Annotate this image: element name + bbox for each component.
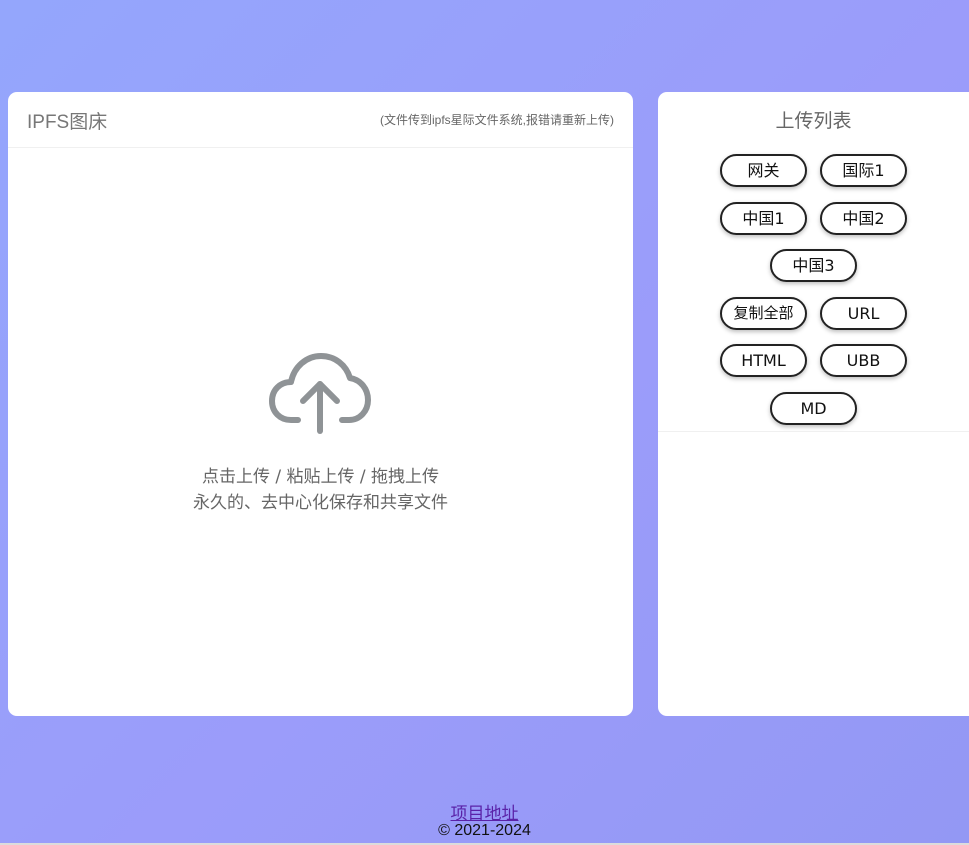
- upload-panel-header: IPFS图床 (文件传到ipfs星际文件系统,报错请重新上传): [8, 92, 633, 148]
- cloud-upload-icon: [269, 353, 371, 434]
- china-3-button[interactable]: 中国3: [770, 249, 857, 282]
- md-format-button[interactable]: MD: [770, 392, 857, 425]
- upload-panel-note: (文件传到ipfs星际文件系统,报错请重新上传): [379, 113, 614, 127]
- upload-dropzone[interactable]: 点击上传 / 粘贴上传 / 拖拽上传 永久的、去中心化保存和共享文件: [8, 148, 633, 716]
- ubb-format-button[interactable]: UBB: [820, 344, 907, 377]
- copyright-text: © 2021-2024: [438, 822, 531, 839]
- upload-panel-title: IPFS图床: [27, 112, 108, 133]
- upload-list-title: 上传列表: [775, 110, 852, 132]
- upload-list-divider: [658, 431, 969, 432]
- gateway-button[interactable]: 网关: [720, 154, 807, 187]
- intl-1-button[interactable]: 国际1: [820, 154, 907, 187]
- china-2-button[interactable]: 中国2: [820, 202, 907, 235]
- url-format-button[interactable]: URL: [820, 297, 907, 330]
- upload-list-panel: 上传列表 网关 国际1 中国1 中国2 中国3 复制全部 URL HTML UB…: [658, 92, 969, 716]
- html-format-button[interactable]: HTML: [720, 344, 807, 377]
- project-link[interactable]: 项目地址: [451, 804, 519, 824]
- footer-link-row: 项目地址: [0, 799, 969, 824]
- dropzone-description: 永久的、去中心化保存和共享文件: [193, 493, 448, 513]
- upload-panel: IPFS图床 (文件传到ipfs星际文件系统,报错请重新上传) 点击上传 / 粘…: [8, 92, 633, 716]
- dropzone-instructions: 点击上传 / 粘贴上传 / 拖拽上传: [201, 467, 440, 487]
- china-1-button[interactable]: 中国1: [720, 202, 807, 235]
- copy-all-button[interactable]: 复制全部: [720, 297, 807, 330]
